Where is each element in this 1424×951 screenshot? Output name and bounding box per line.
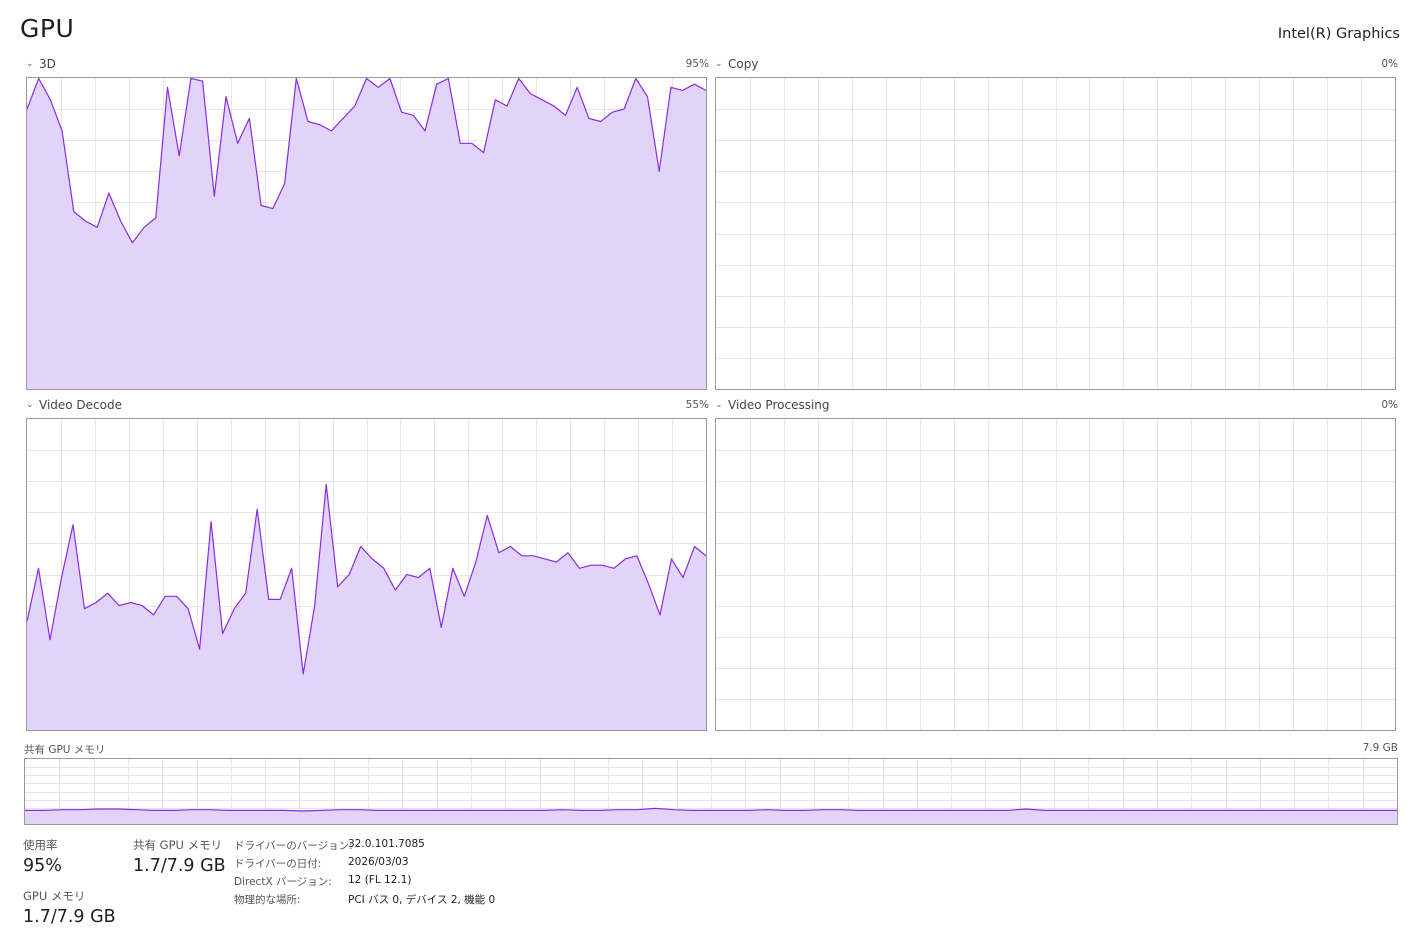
shared-memory-svg [25,759,1397,824]
chevron-down-icon: ⌄ [26,399,34,410]
info-value-driver-version: 32.0.101.7085 [348,838,425,850]
gpu-memory-label: GPU メモリ [23,889,86,903]
engine-1-graph-svg [716,78,1395,389]
engine-copy-selector[interactable]: ⌄ Copy [715,57,758,71]
utilization-value: 95% [23,856,62,876]
shared-gpu-memory-value: 1.7/7.9 GB [133,856,226,876]
info-value-directx-version: 12 (FL 12.1) [348,874,412,886]
engine-copy-label: Copy [728,57,759,71]
engine-video-decode-selector[interactable]: ⌄ Video Decode [26,398,122,412]
engine-video-decode-graph [26,418,707,731]
engine-3-graph-svg [716,419,1395,730]
engine-video-processing-graph [715,418,1396,731]
gpu-memory-value: 1.7/7.9 GB [23,907,116,927]
info-key-driver-date: ドライバーの日付: [234,858,322,870]
info-key-physical-location: 物理的な場所: [234,894,301,906]
gpu-name: Intel(R) Graphics [1277,26,1400,42]
engine-3d-selector[interactable]: ⌄ 3D [26,57,56,71]
engine-1-graph-grid [716,78,1395,389]
shared-memory-max: 7.9 GB [1362,742,1398,754]
info-key-driver-version: ドライバーのバージョン: [234,840,353,852]
engine-video-processing-label: Video Processing [728,398,830,412]
engine-2-graph-svg [27,419,706,730]
engine-3d-percent: 95% [685,58,709,70]
info-key-directx-version: DirectX バージョン: [234,876,332,888]
engine-3d-graph [26,77,707,390]
info-value-physical-location: PCI バス 0, デバイス 2, 機能 0 [348,894,496,906]
engine-0-graph-svg [27,78,706,389]
info-value-driver-date: 2026/03/03 [348,856,409,868]
chevron-down-icon: ⌄ [715,58,723,69]
engine-copy-graph [715,77,1396,390]
utilization-label: 使用率 [23,838,58,852]
engine-video-decode-percent: 55% [685,399,709,411]
shared-memory-graph [24,758,1398,825]
chevron-down-icon: ⌄ [26,58,34,69]
chevron-down-icon: ⌄ [715,399,723,410]
engine-video-processing-percent: 0% [1381,399,1398,411]
shared-gpu-memory-label: 共有 GPU メモリ [133,838,223,852]
shared-memory-graph-label: 共有 GPU メモリ [24,744,106,756]
engine-copy-percent: 0% [1381,58,1398,70]
engine-video-processing-selector[interactable]: ⌄ Video Processing [715,398,830,412]
engine-3-graph-grid [716,419,1395,730]
engine-0-graph-area [27,78,706,389]
engine-video-decode-label: Video Decode [39,398,122,412]
page-title: GPU [20,14,75,43]
engine-3d-label: 3D [39,57,56,71]
